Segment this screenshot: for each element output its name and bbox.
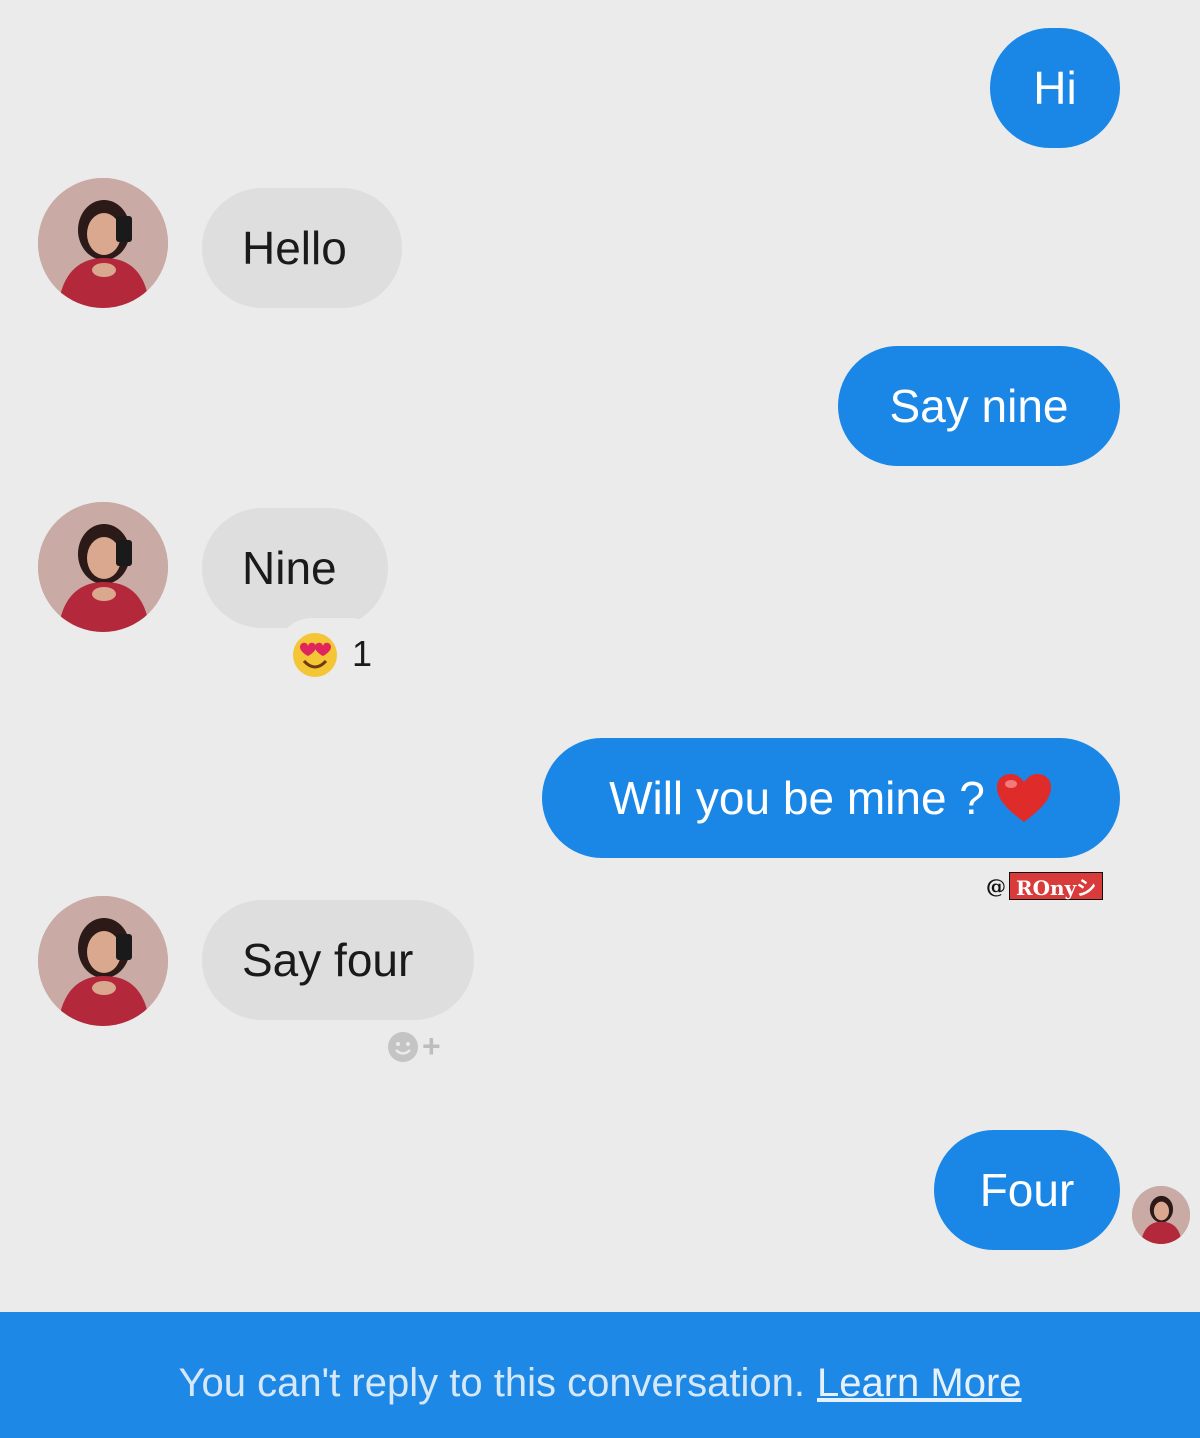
message-text: Hello <box>242 222 347 274</box>
watermark-at: @ <box>986 874 1006 898</box>
red-heart-icon <box>996 774 1051 822</box>
received-message-bubble[interactable]: Say four <box>202 900 474 1020</box>
message-text: Say four <box>242 934 414 986</box>
sent-message-bubble[interactable]: Hi <box>990 28 1120 148</box>
message-text: Hi <box>1033 62 1077 114</box>
avatar-photo <box>1132 1186 1190 1244</box>
message-text: Will you be mine ? <box>609 772 985 824</box>
add-reaction-icon <box>388 1031 418 1062</box>
contact-avatar[interactable] <box>38 178 168 308</box>
watermark-label: @ ROnyシ <box>983 872 1104 900</box>
reply-disabled-banner: You can't reply to this conversation. Le… <box>0 1312 1200 1438</box>
message-reaction[interactable]: 1 <box>276 618 387 690</box>
heart-eyes-emoji-icon <box>293 633 337 677</box>
contact-avatar[interactable] <box>38 896 168 1026</box>
add-reaction-button[interactable]: + <box>386 1028 441 1065</box>
received-message-bubble[interactable]: Nine <box>202 508 388 628</box>
avatar-photo <box>38 896 168 1026</box>
message-text: Nine <box>242 542 337 594</box>
received-message-bubble[interactable]: Hello <box>202 188 402 308</box>
seen-indicator-avatar <box>1132 1186 1190 1244</box>
reply-disabled-notice: You can't reply to this conversation. <box>178 1360 805 1405</box>
sent-message-bubble[interactable]: Will you be mine ? <box>542 738 1120 858</box>
reaction-count: 1 <box>352 633 373 674</box>
watermark-handle: ROnyシ <box>1009 872 1104 900</box>
message-text: Say nine <box>889 380 1069 432</box>
sent-message-bubble[interactable]: Say nine <box>838 346 1120 466</box>
avatar-photo <box>38 178 168 308</box>
add-reaction-plus: + <box>422 1028 441 1064</box>
contact-avatar[interactable] <box>38 502 168 632</box>
learn-more-link[interactable]: Learn More <box>817 1361 1022 1406</box>
message-text: Four <box>979 1164 1075 1216</box>
sent-message-bubble[interactable]: Four <box>934 1130 1120 1250</box>
conversation-thread: Hi Hello Say nine Nine 1 Will you be min… <box>0 0 1200 1312</box>
avatar-photo <box>38 502 168 632</box>
